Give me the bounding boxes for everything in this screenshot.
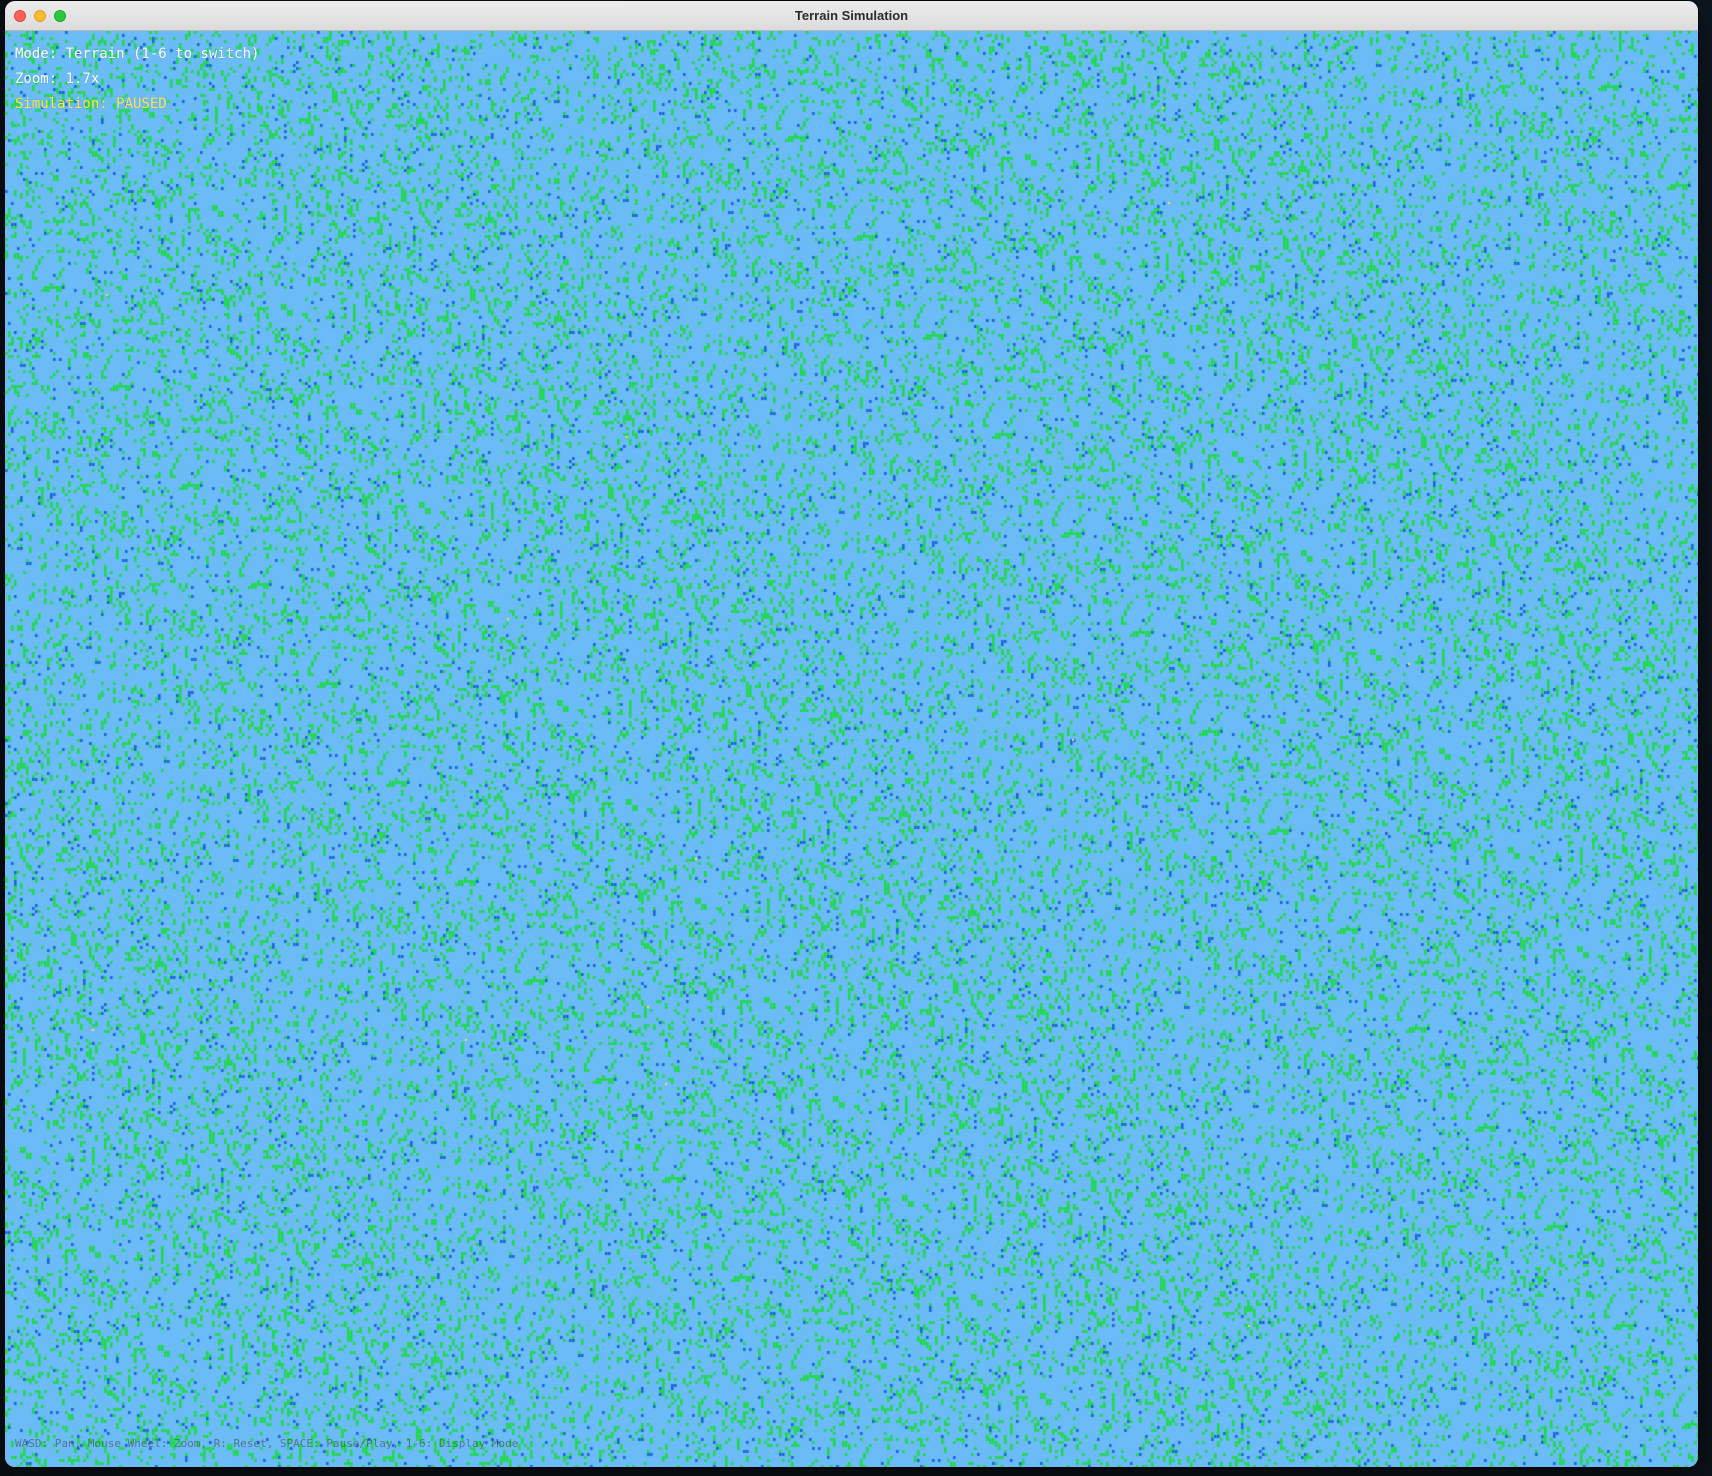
hud-zoom-label: Zoom: 1.7x	[15, 71, 100, 87]
simulation-viewport[interactable]: Mode: Terrain (1-6 to switch) Zoom: 1.7x…	[5, 31, 1698, 1467]
hud-mode-label: Mode: Terrain (1-6 to switch)	[15, 46, 260, 62]
terrain-simulation-window: Terrain Simulation Mode: Terrain (1-6 to…	[5, 1, 1698, 1467]
hud-controls-help: WASD: Pan, Mouse Wheel: Zoom, R: Reset, …	[15, 1437, 519, 1450]
window-title: Terrain Simulation	[794, 8, 909, 23]
hud-simulation-status: Simulation: PAUSED	[15, 96, 167, 112]
window-titlebar[interactable]: Terrain Simulation	[5, 1, 1698, 31]
desktop-background: Terrain Simulation Mode: Terrain (1-6 to…	[0, 0, 1712, 1476]
terrain-map-canvas[interactable]	[5, 31, 1698, 1467]
